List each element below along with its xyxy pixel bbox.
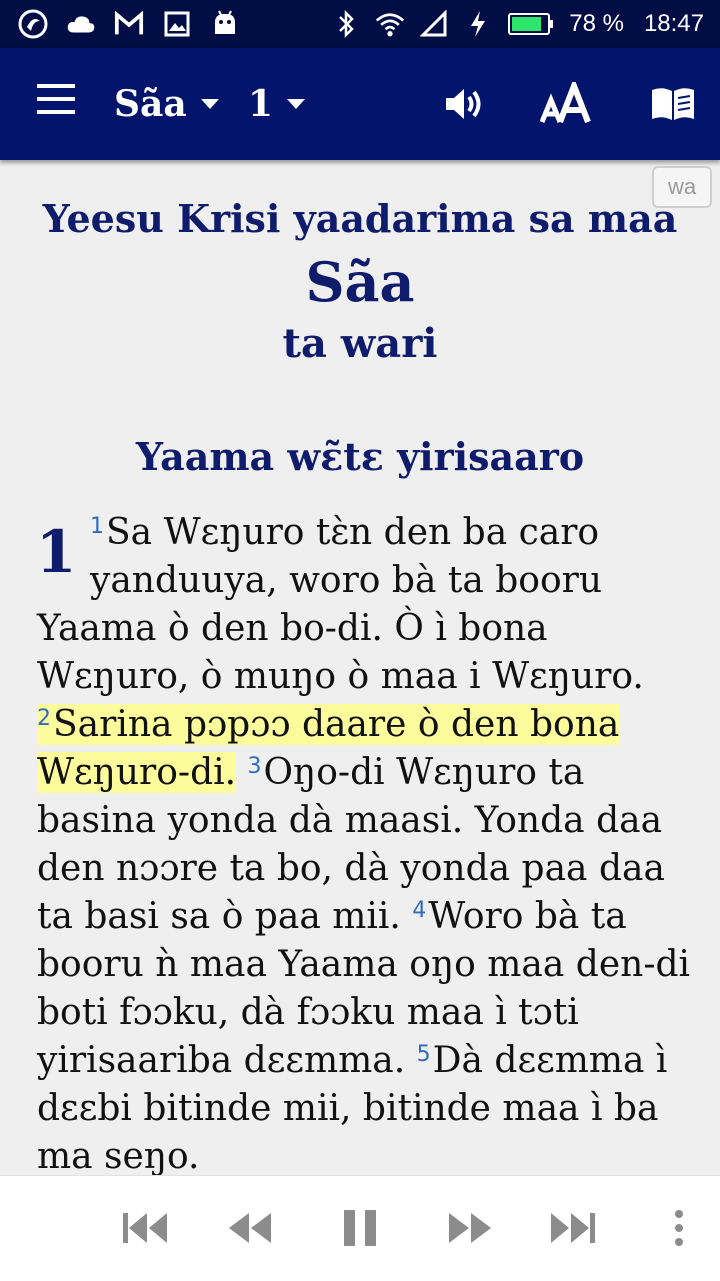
app-icon bbox=[18, 9, 48, 39]
charging-icon bbox=[463, 9, 493, 39]
text-line[interactable]: 1Sa Wɛŋuro tɛ̀n den ba caro bbox=[90, 512, 599, 553]
verse-text: basina yonda dà maasi. Yonda daa bbox=[37, 800, 663, 841]
text-line[interactable]: Wɛŋuro-di. 3Oŋo-di Wɛŋuro ta bbox=[37, 752, 584, 793]
verse-text: ta basi sa ò paa mii. bbox=[37, 896, 401, 937]
book-icon[interactable] bbox=[648, 78, 698, 130]
text-line[interactable]: Wɛŋuro, ò muŋo ò maa i Wɛŋuro. bbox=[37, 656, 644, 697]
book-title-line1: Yeesu Krisi yaadarima sa maa bbox=[42, 196, 678, 241]
text-line[interactable]: Yaama ò den bo-di. Ò ì bona bbox=[37, 608, 548, 649]
book-title-line2: Sãa bbox=[305, 250, 415, 314]
verse-number: 3 bbox=[247, 754, 262, 779]
verse-text: Oŋo-di Wɛŋuro ta bbox=[263, 752, 585, 793]
skip-previous-icon[interactable] bbox=[120, 1206, 174, 1250]
rewind-icon[interactable] bbox=[224, 1206, 276, 1250]
text-line[interactable]: ta basi sa ò paa mii. 4Woro bà ta bbox=[37, 896, 627, 937]
more-vert-icon[interactable] bbox=[666, 1206, 692, 1250]
text-line[interactable]: yanduuya, woro bà ta booru bbox=[90, 560, 602, 601]
verse-text: Dà dɛɛmma ì bbox=[432, 1040, 668, 1081]
text-line[interactable]: den nɔɔre ta bo, dà yonda paa daa bbox=[37, 848, 665, 889]
section-heading: Yaama wɛ̃tɛ yirisaaro bbox=[135, 434, 585, 479]
audio-player-bar bbox=[0, 1175, 720, 1281]
chapter-number: 1 bbox=[248, 83, 274, 125]
bluetooth-icon bbox=[331, 9, 361, 39]
fast-forward-icon[interactable] bbox=[444, 1206, 496, 1250]
text-line[interactable]: yirisaariba dɛɛmma. 5Dà dɛɛmma ì bbox=[37, 1040, 667, 1081]
chapter-drop-number: 1 bbox=[36, 518, 77, 586]
verse-text: boti fɔɔku, dà fɔɔku maa ì tɔti bbox=[37, 992, 579, 1033]
gmail-icon bbox=[114, 9, 144, 39]
verse-number: 4 bbox=[412, 898, 427, 923]
battery-icon bbox=[507, 9, 555, 39]
verse-text: yanduuya, woro bà ta booru bbox=[90, 560, 603, 601]
verse-text: dɛɛbi bitinde mii, bitinde maa ì ba bbox=[37, 1088, 659, 1129]
verse-text: yirisaariba dɛɛmma. bbox=[37, 1040, 406, 1081]
verse-text: Yaama ò den bo-di. Ò ì bona bbox=[37, 608, 548, 649]
verse-text: Sa Wɛŋuro tɛ̀n den ba caro bbox=[106, 512, 600, 553]
book-name: Sãa bbox=[114, 83, 187, 125]
text-size-icon[interactable] bbox=[540, 78, 598, 130]
wifi-icon bbox=[375, 9, 405, 39]
verse-text: ma seŋo. bbox=[37, 1136, 200, 1175]
audio-icon[interactable] bbox=[438, 78, 490, 130]
text-line[interactable]: basina yonda dà maasi. Yonda daa bbox=[37, 800, 662, 841]
status-bar: 78 % 18:47 bbox=[0, 0, 720, 48]
clock: 18:47 bbox=[643, 10, 704, 37]
text-line[interactable]: booru ǹ maa Yaama oŋo maa den-di bbox=[37, 944, 690, 985]
verse-text: booru ǹ maa Yaama oŋo maa den-di bbox=[37, 944, 691, 985]
text-line[interactable]: ma seŋo. bbox=[37, 1136, 200, 1175]
android-icon bbox=[210, 9, 240, 39]
scripture-content[interactable]: wa Yeesu Krisi yaadarima sa maa Sãa ta w… bbox=[0, 160, 720, 1175]
battery-percent: 78 % bbox=[569, 10, 624, 37]
chevron-down-icon bbox=[200, 99, 219, 109]
text-line[interactable]: dɛɛbi bitinde mii, bitinde maa ì ba bbox=[37, 1088, 658, 1129]
verse-text: Woro bà ta bbox=[428, 896, 627, 937]
app-toolbar: Sãa 1 bbox=[0, 48, 720, 160]
text-line[interactable]: 2Sarina pɔpɔɔ daare ò den bona bbox=[37, 704, 620, 745]
chapter-selector[interactable]: 1 bbox=[248, 76, 306, 132]
pause-icon[interactable] bbox=[338, 1206, 382, 1250]
cloud-icon bbox=[66, 9, 96, 39]
verse-number: 2 bbox=[37, 706, 51, 731]
book-selector[interactable]: Sãa bbox=[114, 76, 219, 132]
signal-icon bbox=[419, 9, 449, 39]
verse-number: 1 bbox=[90, 514, 104, 539]
verse-text: den nɔɔre ta bo, dà yonda paa daa bbox=[37, 848, 665, 889]
text-line[interactable]: boti fɔɔku, dà fɔɔku maa ì tɔti bbox=[37, 992, 579, 1033]
image-icon bbox=[162, 9, 192, 39]
skip-next-icon[interactable] bbox=[544, 1206, 598, 1250]
menu-icon[interactable] bbox=[34, 84, 78, 124]
book-title-line3: ta wari bbox=[282, 320, 438, 367]
verse-text: Wɛŋuro, ò muŋo ò maa i Wɛŋuro. bbox=[37, 656, 644, 697]
chevron-down-icon bbox=[287, 99, 306, 109]
verse-text-highlighted: Sarina pɔpɔɔ daare ò den bona bbox=[53, 704, 620, 745]
verse-text-highlighted: Wɛŋuro-di. bbox=[37, 752, 237, 793]
verse-number: 5 bbox=[416, 1042, 431, 1067]
